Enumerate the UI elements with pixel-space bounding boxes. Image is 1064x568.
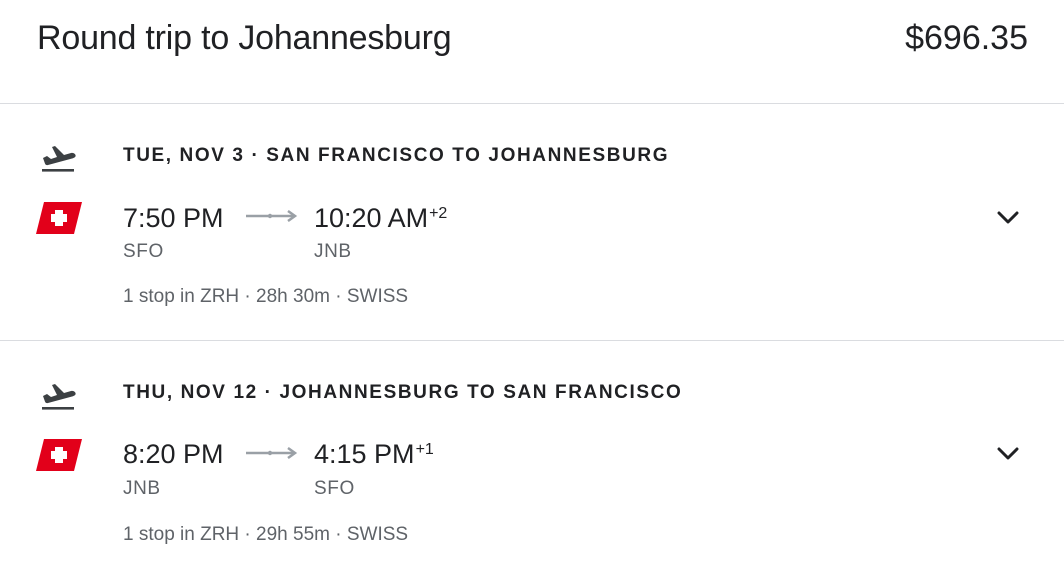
flight-details: 1 stop in ZRH · 29h 55m · SWISS xyxy=(123,524,409,545)
leg-heading: TUE, NOV 3 · SAN FRANCISCO TO JOHANNESBU… xyxy=(123,145,670,166)
page-title: Round trip to Johannesburg xyxy=(37,19,452,57)
leg-heading: THU, NOV 12 · JOHANNESBURG TO SAN FRANCI… xyxy=(123,382,683,403)
departure-time: 7:50 PM xyxy=(123,203,224,233)
arrival-day-offset: +1 xyxy=(415,441,434,458)
departure-airport-code: SFO xyxy=(123,241,164,262)
chevron-down-icon[interactable] xyxy=(992,438,1024,470)
flight-leg-outbound: TUE, NOV 3 · SAN FRANCISCO TO JOHANNESBU… xyxy=(0,105,1064,341)
departure-airport-code: JNB xyxy=(123,478,161,499)
arrival-airport-code: SFO xyxy=(314,478,355,499)
arrival-time: 10:20 AM+2 xyxy=(314,203,448,233)
takeoff-icon xyxy=(42,384,76,410)
arrival-day-offset: +2 xyxy=(429,205,448,222)
trip-header: Round trip to Johannesburg $696.35 xyxy=(0,0,1064,104)
takeoff-icon xyxy=(42,146,76,172)
swiss-airline-logo xyxy=(36,202,82,234)
flight-leg-return: THU, NOV 12 · JOHANNESBURG TO SAN FRANCI… xyxy=(0,342,1064,568)
arrow-right-icon xyxy=(246,210,298,222)
flight-details: 1 stop in ZRH · 28h 30m · SWISS xyxy=(123,286,409,307)
arrow-right-icon xyxy=(246,447,298,459)
arrival-airport-code: JNB xyxy=(314,241,352,262)
departure-time: 8:20 PM xyxy=(123,439,224,469)
arrival-time: 4:15 PM+1 xyxy=(314,439,434,469)
trip-price: $696.35 xyxy=(905,19,1028,57)
chevron-down-icon[interactable] xyxy=(992,202,1024,234)
swiss-airline-logo xyxy=(36,439,82,471)
